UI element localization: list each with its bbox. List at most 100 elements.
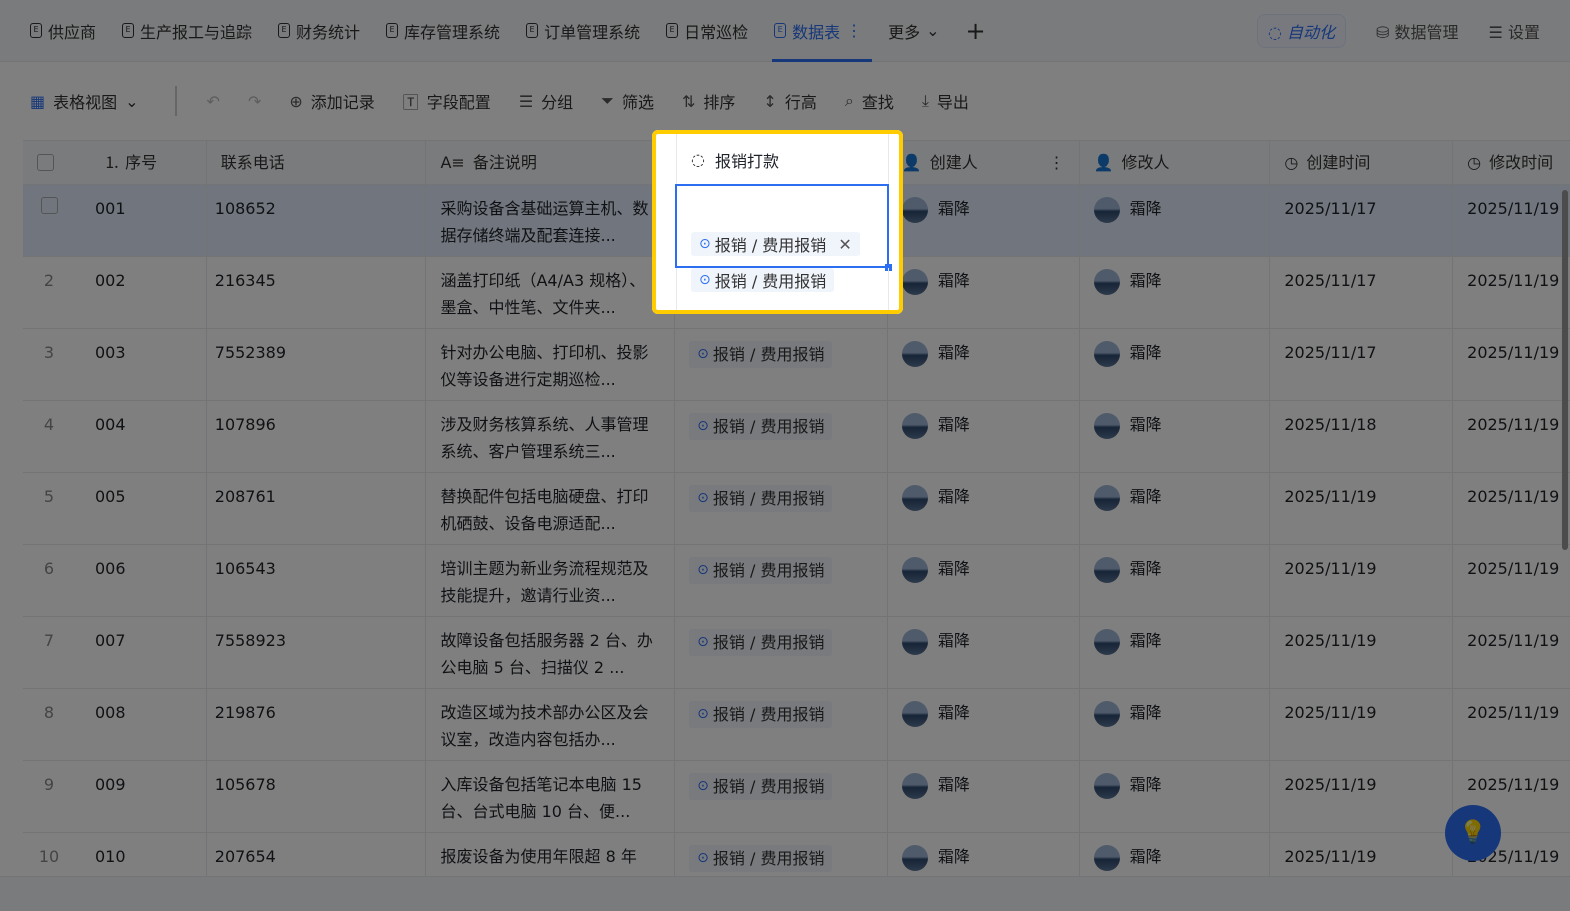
phone-cell[interactable]: 216345 [207, 257, 427, 328]
row-height-button[interactable]: ↕ 行高 [763, 89, 816, 113]
payment-cell[interactable]: ⊙报销 / 费用报销 [675, 761, 888, 832]
created-cell[interactable]: 2025/11/19 [1270, 473, 1454, 544]
note-cell[interactable]: 采购设备含基础运算主机、数据存储终端及配套连接... [426, 185, 676, 256]
modifier-cell[interactable]: 霜降 [1080, 185, 1271, 256]
data-manage-button[interactable]: ⛁ 数据管理 [1376, 19, 1459, 43]
creator-cell[interactable]: 霜降 [888, 473, 1080, 544]
payment-cell[interactable]: ⊙报销 / 费用报销 [675, 689, 888, 760]
phone-cell[interactable]: 106543 [207, 545, 427, 616]
payment-cell[interactable]: ⊙报销 / 费用报销 [675, 617, 888, 688]
created-cell[interactable]: 2025/11/17 [1270, 257, 1454, 328]
created-cell[interactable]: 2025/11/18 [1270, 401, 1454, 472]
tab-0[interactable]: E 供应商 [30, 0, 96, 62]
table-row[interactable]: 9 009 105678 入库设备包括笔记本电脑 15 台、台式电脑 10 台、便… [23, 761, 1570, 833]
find-button[interactable]: ⌕ 查找 [845, 89, 894, 113]
group-button[interactable]: ☰ 分组 [519, 89, 573, 113]
phone-cell[interactable]: 107896 [207, 401, 427, 472]
modifier-cell[interactable]: 霜降 [1080, 257, 1271, 328]
creator-cell[interactable]: 霜降 [888, 617, 1080, 688]
modified-cell[interactable]: 2025/11/19 [1453, 545, 1570, 616]
phone-cell[interactable]: 208761 [207, 473, 427, 544]
creator-cell[interactable]: 霜降 [888, 545, 1080, 616]
phone-cell[interactable]: 108652 [207, 185, 427, 256]
header-seq[interactable]: ⒈ 序号 [23, 141, 207, 184]
modifier-cell[interactable]: 霜降 [1080, 401, 1271, 472]
export-button[interactable]: ⤓ 导出 [922, 89, 969, 113]
field-config-button[interactable]: 🅃 字段配置 [403, 89, 491, 113]
header-modified[interactable]: ◷ 修改时间 [1453, 141, 1570, 184]
modifier-cell[interactable]: 霜降 [1080, 617, 1271, 688]
more-vertical-icon[interactable]: ⋮ [1049, 149, 1065, 176]
view-switcher[interactable]: ▦ 表格视图 ⌄ [30, 89, 139, 113]
table-row[interactable]: 8 008 219876 改造区域为技术部办公区及会议室，改造内容包括办... ⊙… [23, 689, 1570, 761]
header-modifier[interactable]: 👤 修改人 [1080, 141, 1271, 184]
header-note[interactable]: A≡ 备注说明 [426, 141, 676, 184]
select-all-checkbox[interactable] [37, 154, 54, 171]
note-cell[interactable]: 替换配件包括电脑硬盘、打印机硒鼓、设备电源适配... [426, 473, 676, 544]
table-row[interactable]: 4 004 107896 涉及财务核算系统、人事管理系统、客户管理系统三... ⊙… [23, 401, 1570, 473]
more-vertical-icon[interactable]: ⋮ [846, 21, 862, 40]
tab-5[interactable]: E 日常巡检 [666, 0, 748, 62]
created-cell[interactable]: 2025/11/19 [1270, 545, 1454, 616]
table-row[interactable]: 7 007 7558923 故障设备包括服务器 2 台、办公电脑 5 台、扫描仪 … [23, 617, 1570, 689]
tab-2[interactable]: E 财务统计 [278, 0, 360, 62]
note-cell[interactable]: 涵盖打印纸（A4/A3 规格）、墨盒、中性笔、文件夹... [426, 257, 676, 328]
redo-button[interactable]: ↷ [248, 92, 261, 111]
payment-cell[interactable]: ⊙报销 / 费用报销 [675, 473, 888, 544]
modified-cell[interactable]: 2025/11/19 [1453, 257, 1570, 328]
note-cell[interactable]: 涉及财务核算系统、人事管理系统、客户管理系统三... [426, 401, 676, 472]
filter-button[interactable]: ⏷ 筛选 [601, 89, 654, 113]
modified-cell[interactable]: 2025/11/19 [1453, 329, 1570, 400]
header-creator[interactable]: 👤 创建人 ⋮ [888, 141, 1080, 184]
tab-3[interactable]: E 库存管理系统 [386, 0, 500, 62]
add-record-button[interactable]: ⊕ 添加记录 [289, 89, 374, 113]
payment-cell[interactable]: ⊙报销 / 费用报销 [675, 401, 888, 472]
created-cell[interactable]: 2025/11/19 [1270, 761, 1454, 832]
tab-1[interactable]: E 生产报工与追踪 [122, 0, 252, 62]
modifier-cell[interactable]: 霜降 [1080, 761, 1271, 832]
modified-cell[interactable]: 2025/11/19 [1453, 689, 1570, 760]
phone-cell[interactable]: 7552389 [207, 329, 427, 400]
row-checkbox[interactable] [40, 197, 58, 214]
phone-cell[interactable]: 7558923 [207, 617, 427, 688]
note-cell[interactable]: 针对办公电脑、打印机、投影仪等设备进行定期巡检... [426, 329, 676, 400]
payment-cell[interactable]: ⊙报销 / 费用报销 [675, 329, 888, 400]
settings-button[interactable]: ☰ 设置 [1489, 19, 1540, 43]
sort-button[interactable]: ⇅ 排序 [682, 89, 735, 113]
phone-cell[interactable]: 219876 [207, 689, 427, 760]
creator-cell[interactable]: 霜降 [888, 185, 1080, 256]
created-cell[interactable]: 2025/11/19 [1270, 689, 1454, 760]
note-cell[interactable]: 入库设备包括笔记本电脑 15 台、台式电脑 10 台、便... [426, 761, 676, 832]
header-created[interactable]: ◷ 创建时间 [1270, 141, 1454, 184]
tab-6[interactable]: E 数据表 ⋮ [772, 0, 873, 62]
phone-cell[interactable]: 105678 [207, 761, 427, 832]
table-row[interactable]: 6 006 106543 培训主题为新业务流程规范及技能提升，邀请行业资... ⊙… [23, 545, 1570, 617]
modified-cell[interactable]: 2025/11/19 [1453, 185, 1570, 256]
table-row[interactable]: 5 005 208761 替换配件包括电脑硬盘、打印机硒鼓、设备电源适配... ⊙… [23, 473, 1570, 545]
payment-cell[interactable]: ⊙报销 / 费用报销 [675, 545, 888, 616]
add-tab-button[interactable]: + [966, 0, 986, 62]
note-cell[interactable]: 故障设备包括服务器 2 台、办公电脑 5 台、扫描仪 2 ... [426, 617, 676, 688]
modified-cell[interactable]: 2025/11/19 [1453, 617, 1570, 688]
modifier-cell[interactable]: 霜降 [1080, 329, 1271, 400]
created-cell[interactable]: 2025/11/17 [1270, 329, 1454, 400]
table-row[interactable]: 3 003 7552389 针对办公电脑、打印机、投影仪等设备进行定期巡检... … [23, 329, 1570, 401]
automation-button[interactable]: ◌ 自动化 [1256, 14, 1347, 48]
modifier-cell[interactable]: 霜降 [1080, 545, 1271, 616]
row-select[interactable] [37, 195, 61, 222]
more-tabs-button[interactable]: 更多 ⌄ [888, 0, 939, 62]
vertical-scrollbar[interactable] [1562, 190, 1568, 550]
creator-cell[interactable]: 霜降 [888, 689, 1080, 760]
creator-cell[interactable]: 霜降 [888, 761, 1080, 832]
modified-cell[interactable]: 2025/11/19 [1453, 401, 1570, 472]
modifier-cell[interactable]: 霜降 [1080, 689, 1271, 760]
tab-4[interactable]: E 订单管理系统 [526, 0, 640, 62]
note-cell[interactable]: 培训主题为新业务流程规范及技能提升，邀请行业资... [426, 545, 676, 616]
header-phone[interactable]: 联系电话 [207, 141, 427, 184]
creator-cell[interactable]: 霜降 [888, 329, 1080, 400]
undo-button[interactable]: ↶ [207, 92, 220, 111]
assistant-fab-button[interactable]: 💡 [1445, 805, 1501, 861]
modifier-cell[interactable]: 霜降 [1080, 473, 1271, 544]
creator-cell[interactable]: 霜降 [888, 257, 1080, 328]
modified-cell[interactable]: 2025/11/19 [1453, 473, 1570, 544]
